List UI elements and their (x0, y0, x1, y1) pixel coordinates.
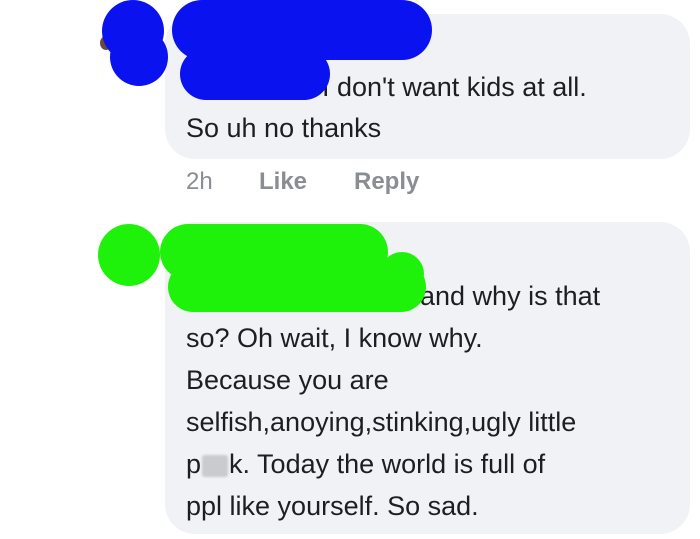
comment-text: So uh no thanks (186, 113, 382, 143)
comment-text: so? Oh wait, I know why. (186, 323, 483, 353)
blurred-word (202, 454, 229, 477)
comment-text: p k. Today the world is full of (186, 448, 545, 480)
comment-timestamp[interactable]: 2h (186, 167, 213, 197)
comment-text: I don't want kids at all. (322, 72, 587, 102)
comment-text: and why is that (420, 281, 601, 311)
comment-text: Because you are (186, 365, 389, 395)
comment-text-fragment: k. Today the world is full of (229, 449, 546, 479)
comment-text-fragment: p (186, 449, 202, 479)
comment-text: ppl like yourself. So sad. (186, 491, 479, 521)
reply-button[interactable]: Reply (354, 167, 419, 197)
comment-text: selfish,anoying,stinking,ugly little (186, 407, 577, 437)
like-button[interactable]: Like (259, 167, 307, 197)
